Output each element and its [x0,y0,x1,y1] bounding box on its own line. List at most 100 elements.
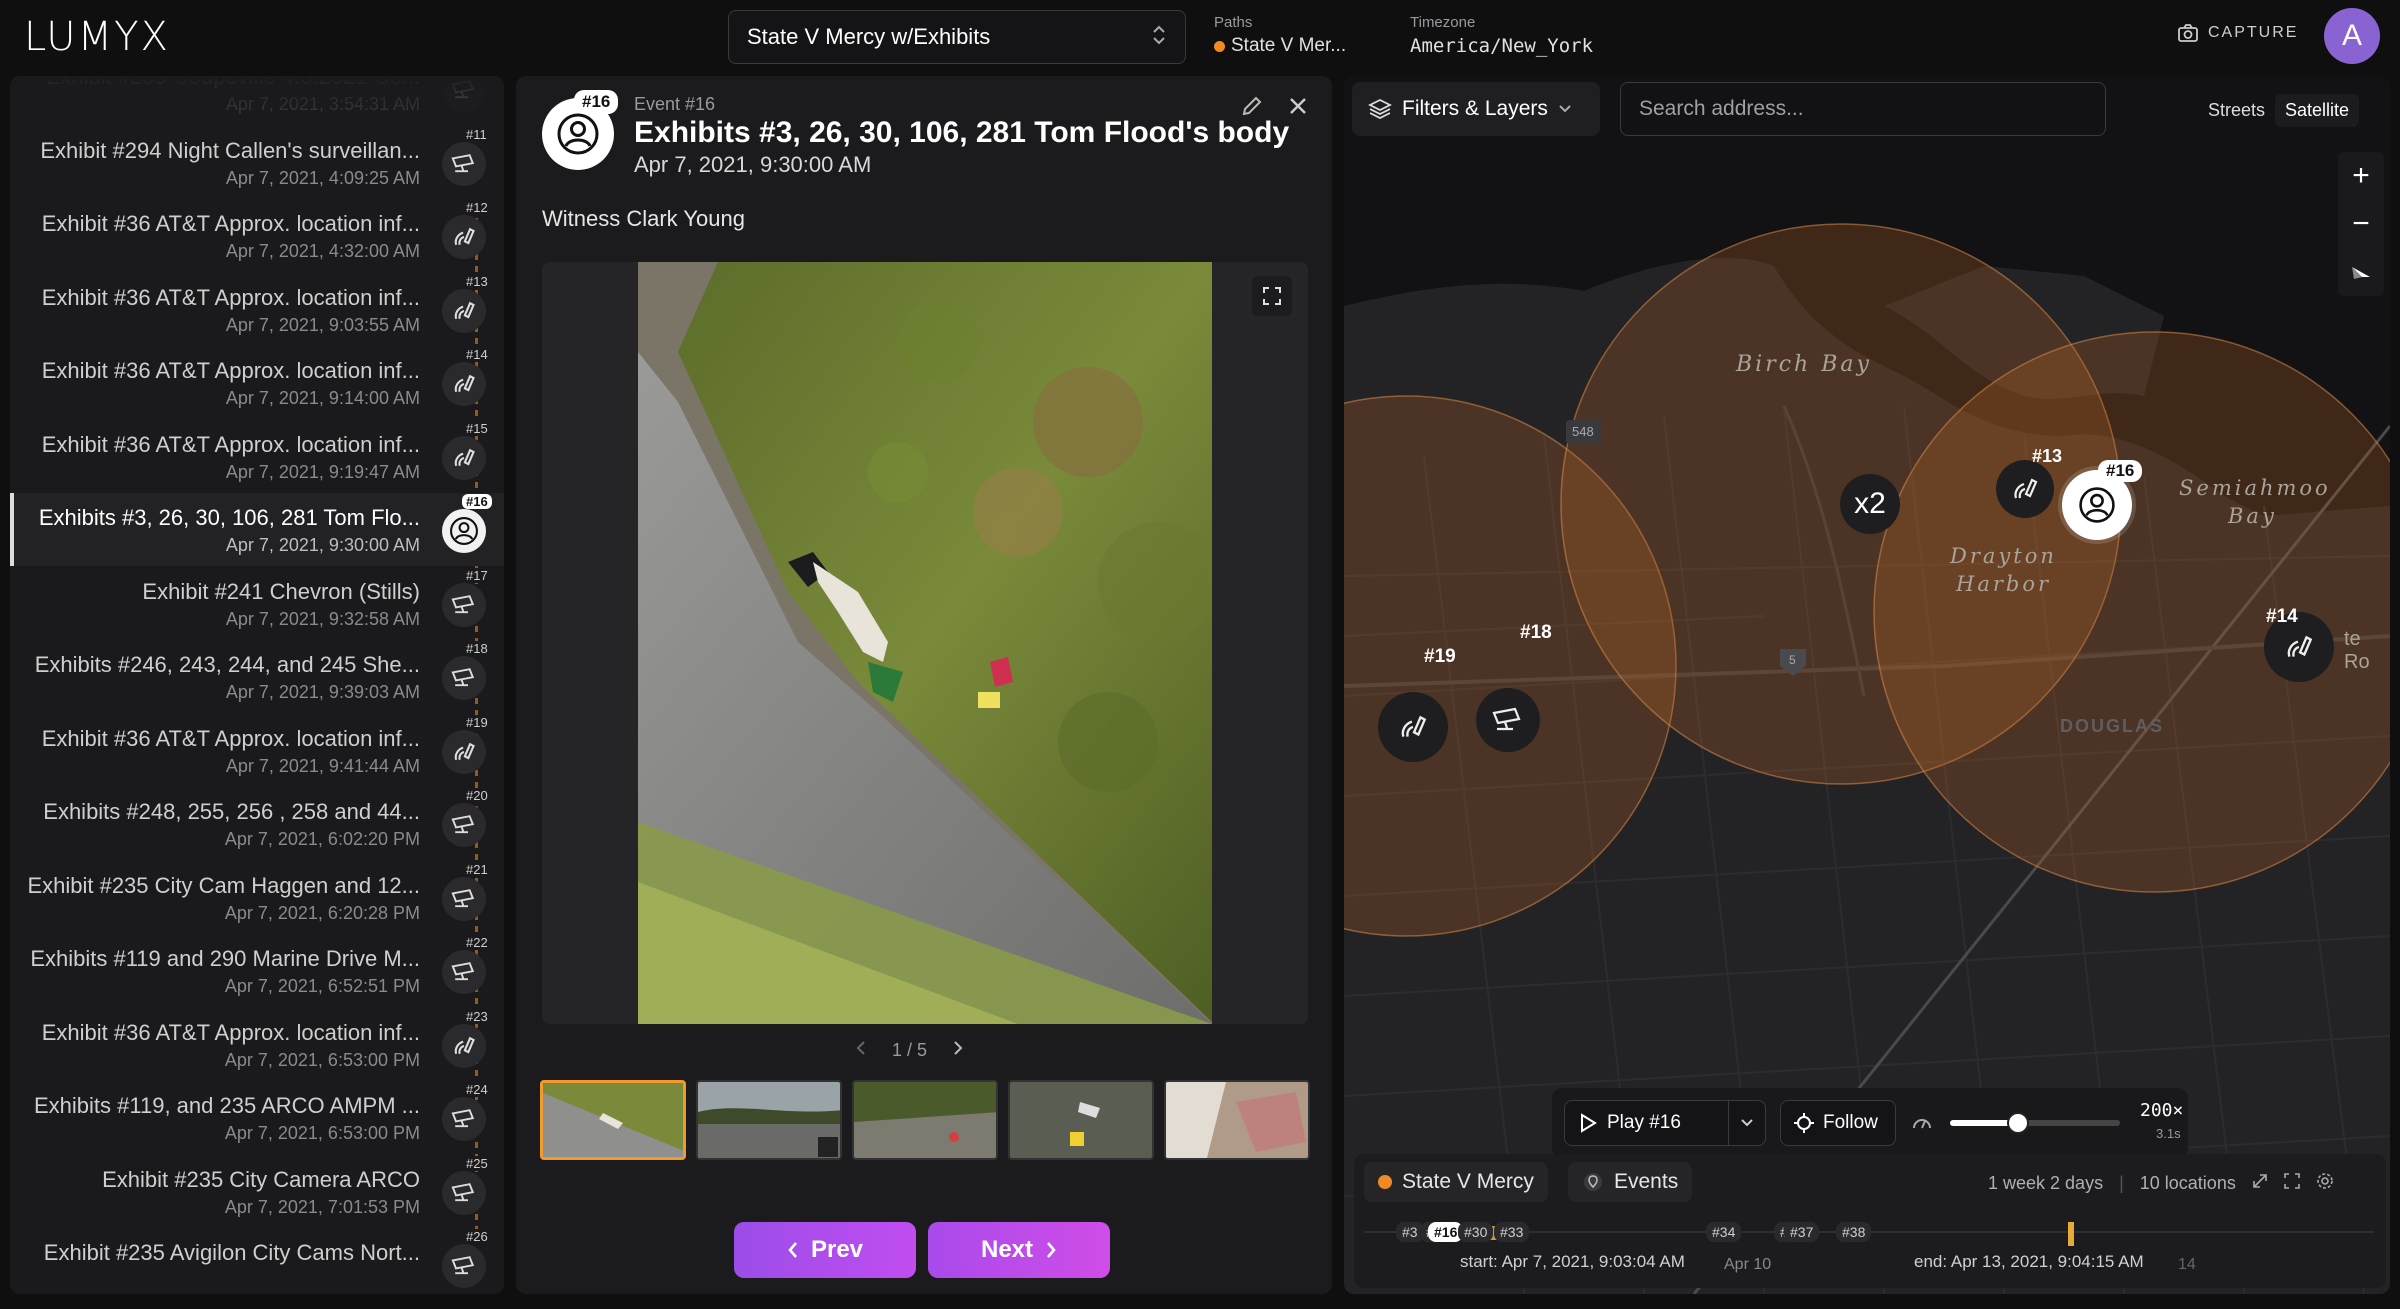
follow-button[interactable]: Follow [1780,1100,1896,1146]
path-chip[interactable]: State V Mercy [1364,1162,1548,1202]
fullscreen-icon[interactable] [2284,1173,2300,1194]
list-item-date: Apr 7, 2021, 9:14:00 AM [225,388,420,408]
list-item-date: Apr 7, 2021, 6:53:00 PM [224,1049,420,1070]
list-item-active[interactable]: Exhibits #3, 26, 30, 106, 281 Tom Flo...… [10,493,504,566]
security-camera-icon [442,1097,486,1141]
map-marker-13[interactable] [1996,460,2054,518]
map-road-5: 5 [1789,653,1796,667]
chevron-left-icon [788,1242,797,1258]
play-options-button[interactable] [1728,1100,1766,1146]
thumbnail-1[interactable] [540,1080,686,1160]
close-icon[interactable] [1286,94,1310,123]
evidence-photo[interactable] [638,262,1212,1024]
list-item-number: #16 [462,494,492,509]
thumbnail-4[interactable] [1008,1080,1154,1160]
list-item[interactable]: Exhibit #36 AT&T Approx. location inf...… [10,1008,504,1081]
thumbnail-5[interactable] [1164,1080,1310,1160]
cluster-marker[interactable]: x2 [1840,474,1900,534]
timeline-event-tag[interactable]: #34 [1706,1222,1742,1242]
list-item-date: Apr 7, 2021, 9:30:00 AM [225,535,420,555]
edit-icon[interactable] [1240,94,1264,123]
fullscreen-button[interactable] [1252,276,1292,316]
timeline-track[interactable]: start: Apr 7, 2021, 9:03:04 AM Apr 10 en… [1354,1214,2386,1274]
map-marker-18[interactable] [1476,688,1540,752]
timeline-mid-tick: Apr 10 [1724,1256,1772,1273]
camera-icon [2178,24,2198,42]
list-item[interactable]: Exhibit #36 AT&T Approx. location inf...… [10,714,504,787]
security-camera-icon [1492,707,1521,731]
user-avatar[interactable]: A [2324,8,2380,64]
compass-icon[interactable] [2350,255,2372,289]
paths-selector[interactable]: Paths State V Mer... [1214,14,1346,57]
address-search-input[interactable] [1620,82,2106,136]
map-marker-19[interactable] [1378,692,1448,762]
next-label: Next [980,1236,1034,1263]
list-item[interactable]: Exhibits #119, and 235 ARCO AMPM ... Apr … [10,1081,504,1154]
list-item[interactable]: Exhibit #241 Chevron (Stills) Apr 7, 2021… [10,567,504,640]
security-camera-icon [442,950,486,994]
list-item[interactable]: Exhibit #235 City Camera ARCO Apr 7, 2021… [10,1155,504,1228]
timeline-duration: 1 week 2 days [1988,1173,2104,1193]
map-marker-16-label: #16 [2098,460,2143,482]
timezone-value: America/New_York [1410,35,1594,57]
location-pin-icon [1584,1173,1602,1191]
timeline-event-tag[interactable]: #30 [1458,1222,1494,1242]
list-item[interactable]: Exhibits #246, 243, 244, and 245 She... A… [10,640,504,713]
list-item-number: #24 [462,1082,492,1097]
chevron-down-icon [1559,105,1571,113]
capture-label: CAPTURE [2208,24,2299,41]
settings-icon[interactable] [2316,1172,2334,1195]
list-item[interactable]: Exhibit #235 Avigilon City Cams Nort... #… [10,1228,504,1294]
speed-slider-knob[interactable] [2007,1112,2029,1134]
next-button[interactable]: Next [928,1222,1110,1278]
timeline-event-tag[interactable]: #37 [1784,1222,1820,1242]
list-item[interactable]: Exhibits #248, 255, 256 , 258 and 44... A… [10,787,504,860]
phone-signal-icon [2287,635,2313,657]
timeline-event-tag[interactable]: #33 [1494,1222,1530,1242]
pager-next-icon[interactable] [953,1040,963,1061]
path-color-dot [1378,1175,1392,1189]
zoom-in-icon[interactable]: + [2352,159,2370,193]
thumbnail-2[interactable] [696,1080,842,1160]
timezone-selector[interactable]: Timezone America/New_York [1410,14,1593,57]
list-item-number: #18 [462,641,492,656]
security-camera-icon [442,1170,486,1215]
list-item-number: #11 [462,126,491,142]
list-item[interactable]: Exhibits #119 and 290 Marine Drive M... A… [10,934,504,1007]
list-item-title: Exhibit #36 AT&T Approx. location inf... [41,284,420,310]
path-color-dot [1214,40,1225,52]
list-item[interactable]: Exhibit #36 AT&T Approx. location inf...… [10,199,504,272]
thumbnail-3[interactable] [852,1080,998,1160]
phone-signal-icon [2014,478,2038,499]
zoom-out-icon[interactable]: − [2352,207,2370,241]
list-item-date: Apr 7, 2021, 9:32:58 AM [225,608,420,629]
prev-button[interactable]: Prev [734,1222,916,1278]
list-item-date: Apr 7, 2021, 4:32:00 AM [225,241,420,261]
list-item[interactable]: Exhibit #36 AT&T Approx. location inf...… [10,273,504,346]
filters-layers-button[interactable]: Filters & Layers [1352,82,1600,136]
expand-diagonal-icon[interactable] [2252,1173,2268,1194]
layer-satellite[interactable]: Satellite [2275,94,2360,127]
security-camera-icon [442,1244,486,1288]
pager-prev-icon[interactable] [856,1040,866,1061]
list-item-title: Exhibits #248, 255, 256 , 258 and 44... [43,799,420,824]
list-item-date: Apr 7, 2021, 7:01:53 PM [224,1196,420,1217]
capture-button[interactable]: CAPTURE [2178,24,2298,42]
case-select[interactable]: State V Mercy w/Exhibits [728,10,1186,64]
events-chip[interactable]: Events [1568,1162,1693,1202]
list-item[interactable]: Exhibit #294 Night Callen's surveillan..… [10,126,504,199]
speed-value: 200× [2140,1100,2184,1121]
play-button[interactable]: Play #16 [1564,1100,1734,1146]
timeline-event-tag[interactable]: #38 [1836,1222,1872,1242]
person-icon [442,509,486,553]
chevron-right-icon [1047,1242,1056,1258]
layer-streets[interactable]: Streets [2198,94,2275,127]
list-fade [10,76,504,126]
speed-slider[interactable] [1950,1112,2120,1134]
list-item-number: #19 [462,714,492,730]
list-item[interactable]: Exhibit #36 AT&T Approx. location inf...… [10,420,504,493]
list-item[interactable]: Exhibit #235 City Cam Haggen and 12... Ap… [10,861,504,934]
list-item[interactable]: Exhibit #36 AT&T Approx. location inf...… [10,346,504,419]
play-icon [1581,1113,1597,1133]
event-label: Event #16 [634,94,716,114]
